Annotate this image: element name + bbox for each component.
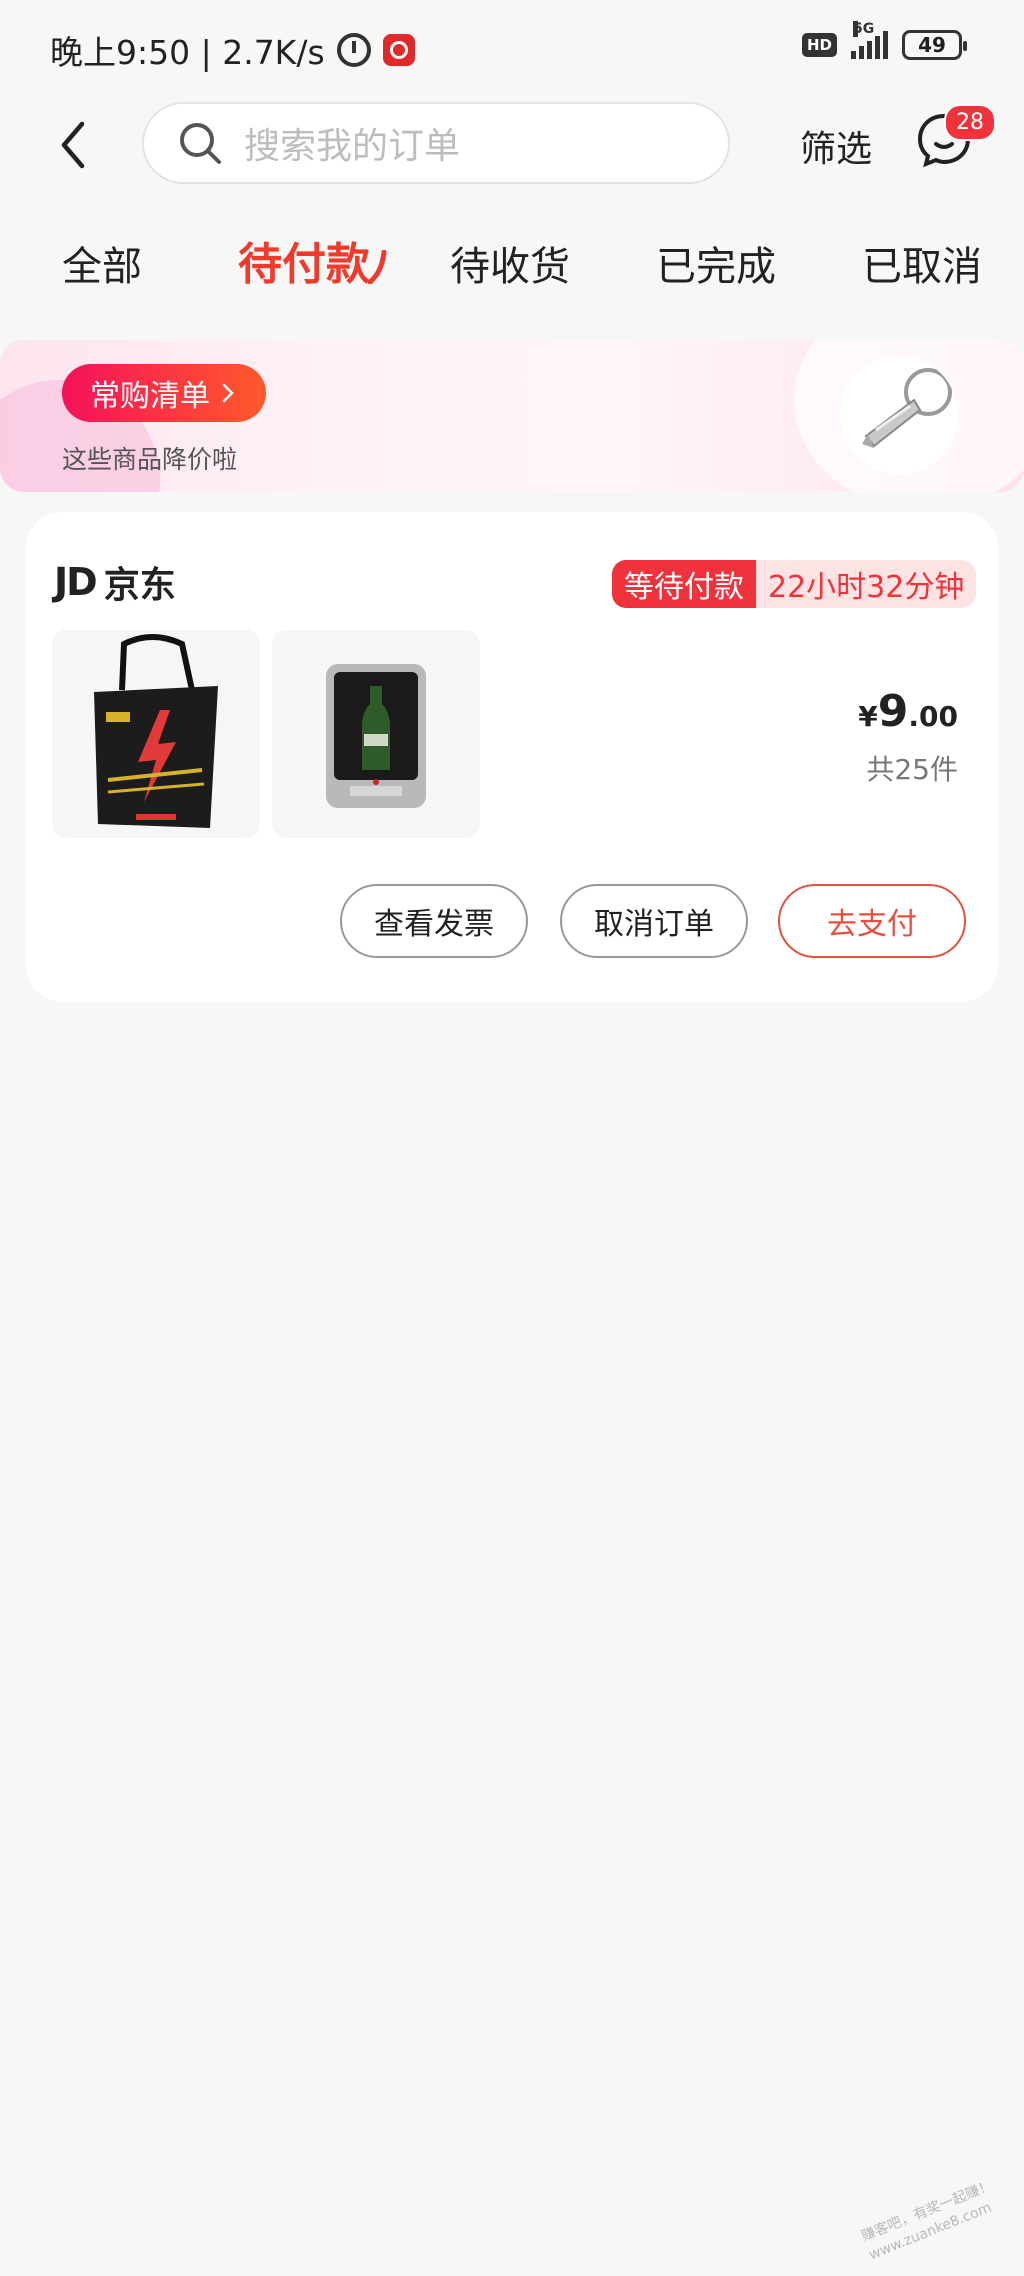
price-decimal: .00 xyxy=(908,700,958,733)
price-currency: ¥ xyxy=(858,700,878,733)
pay-button[interactable]: 去支付 xyxy=(778,884,966,958)
watermark: 赚客吧，有奖一起赚！ www.zuanke8.com xyxy=(859,2177,996,2264)
tab-pending-payment[interactable]: 待付款 xyxy=(238,228,370,292)
search-input[interactable]: 搜索我的订单 xyxy=(142,102,730,184)
hd-badge: HD xyxy=(801,33,837,57)
store-name: 京东 xyxy=(103,565,176,606)
tab-pending-receipt[interactable]: 待收货 xyxy=(450,234,570,292)
alarm-icon xyxy=(336,33,371,67)
price-integer: 9 xyxy=(877,686,909,737)
status-bar-left: 晚上9:50 | 2.7K/s xyxy=(50,26,415,74)
status-bar-right: HD 5G 49 xyxy=(801,21,967,60)
product-image-bag[interactable] xyxy=(52,630,260,838)
message-badge: 28 xyxy=(944,104,996,141)
frequent-list-button[interactable]: 常购清单 xyxy=(62,364,266,422)
status-bar: 晚上9:50 | 2.7K/s HD 5G 49 xyxy=(0,0,1024,100)
order-card[interactable]: JD 京东 等待付款 22小时32分钟 ¥ 9 .00 共25件 查看发票 取消… xyxy=(26,512,998,1002)
back-icon[interactable] xyxy=(56,120,96,170)
store-header[interactable]: JD 京东 xyxy=(54,556,176,608)
banner-subtitle: 这些商品降价啦 xyxy=(62,445,238,474)
header: 搜索我的订单 筛选 28 xyxy=(0,100,1024,190)
network-type: 5G xyxy=(853,21,875,37)
netease-music-icon xyxy=(382,34,415,66)
cancel-order-button[interactable]: 取消订单 xyxy=(560,884,748,958)
search-icon xyxy=(180,123,221,164)
order-price: ¥ 9 .00 xyxy=(858,686,958,737)
tab-active-indicator xyxy=(368,250,387,284)
nail-clipper-image[interactable] xyxy=(840,356,958,474)
frequent-list-label: 常购清单 xyxy=(90,379,210,414)
jd-logo: JD xyxy=(54,560,98,604)
search-placeholder: 搜索我的订单 xyxy=(244,126,461,167)
battery-icon: 49 xyxy=(902,30,967,60)
payment-countdown: 22小时32分钟 xyxy=(756,560,977,608)
order-tabs: 全部 待付款 待收货 已完成 已取消 xyxy=(0,220,1024,300)
filter-button[interactable]: 筛选 xyxy=(800,120,872,172)
tab-all[interactable]: 全部 xyxy=(62,234,142,292)
order-status-tag: 等待付款 22小时32分钟 xyxy=(612,560,977,608)
item-count: 共25件 xyxy=(866,753,958,786)
status-time-speed: 晚上9:50 | 2.7K/s xyxy=(50,33,325,72)
battery-level: 49 xyxy=(918,33,946,57)
tab-completed[interactable]: 已完成 xyxy=(656,234,776,292)
signal-icon: 5G xyxy=(851,21,888,59)
view-invoice-button[interactable]: 查看发票 xyxy=(340,884,528,958)
status-label: 等待付款 xyxy=(612,560,756,608)
frequent-purchase-banner[interactable]: 常购清单 这些商品降价啦 xyxy=(0,340,1024,492)
chevron-right-icon xyxy=(222,383,234,403)
tab-cancelled[interactable]: 已取消 xyxy=(862,234,982,292)
product-image-beer-box[interactable] xyxy=(272,630,480,838)
